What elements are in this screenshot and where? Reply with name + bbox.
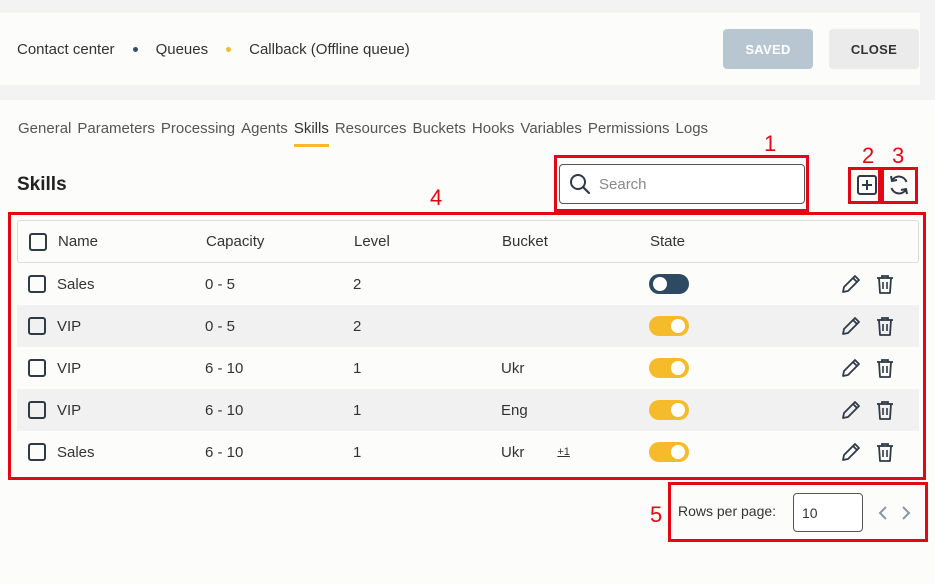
tab-skills[interactable]: Skills (293, 120, 329, 147)
annotation-box-pagination (668, 482, 928, 542)
section-title: Skills (17, 174, 67, 195)
saved-button[interactable]: SAVED (723, 29, 813, 69)
annotation-box-add (848, 167, 881, 204)
tab-variables[interactable]: Variables (520, 120, 581, 147)
annotation-label-5: 5 (650, 502, 663, 527)
annotation-label-3: 3 (892, 143, 905, 168)
close-button[interactable]: CLOSE (829, 29, 919, 69)
annotation-label-4: 4 (430, 185, 443, 210)
annotation-box-refresh (881, 167, 918, 204)
tab-hooks[interactable]: Hooks (472, 120, 515, 147)
breadcrumb: Contact center Queues Callback (Offline … (17, 13, 410, 85)
tab-buckets[interactable]: Buckets (413, 120, 466, 147)
tab-bar: General Parameters Processing Agents Ski… (18, 120, 714, 147)
breadcrumb-current: Callback (Offline queue) (249, 40, 410, 58)
tab-processing[interactable]: Processing (161, 120, 235, 147)
tab-permissions[interactable]: Permissions (588, 120, 670, 147)
annotation-label-2: 2 (862, 143, 875, 168)
breadcrumb-separator-dot (132, 46, 138, 52)
breadcrumb-contact-center[interactable]: Contact center (17, 41, 115, 58)
tab-general[interactable]: General (18, 120, 71, 147)
tab-parameters[interactable]: Parameters (77, 120, 155, 147)
header-bar: Contact center Queues Callback (Offline … (0, 13, 920, 85)
annotation-box-search (554, 155, 809, 212)
tab-agents[interactable]: Agents (241, 120, 288, 147)
breadcrumb-current-dot (226, 46, 232, 52)
tab-resources[interactable]: Resources (335, 120, 407, 147)
breadcrumb-queues[interactable]: Queues (156, 41, 209, 58)
tab-logs[interactable]: Logs (676, 120, 709, 147)
annotation-label-1: 1 (764, 131, 777, 156)
annotation-box-table (8, 212, 926, 480)
